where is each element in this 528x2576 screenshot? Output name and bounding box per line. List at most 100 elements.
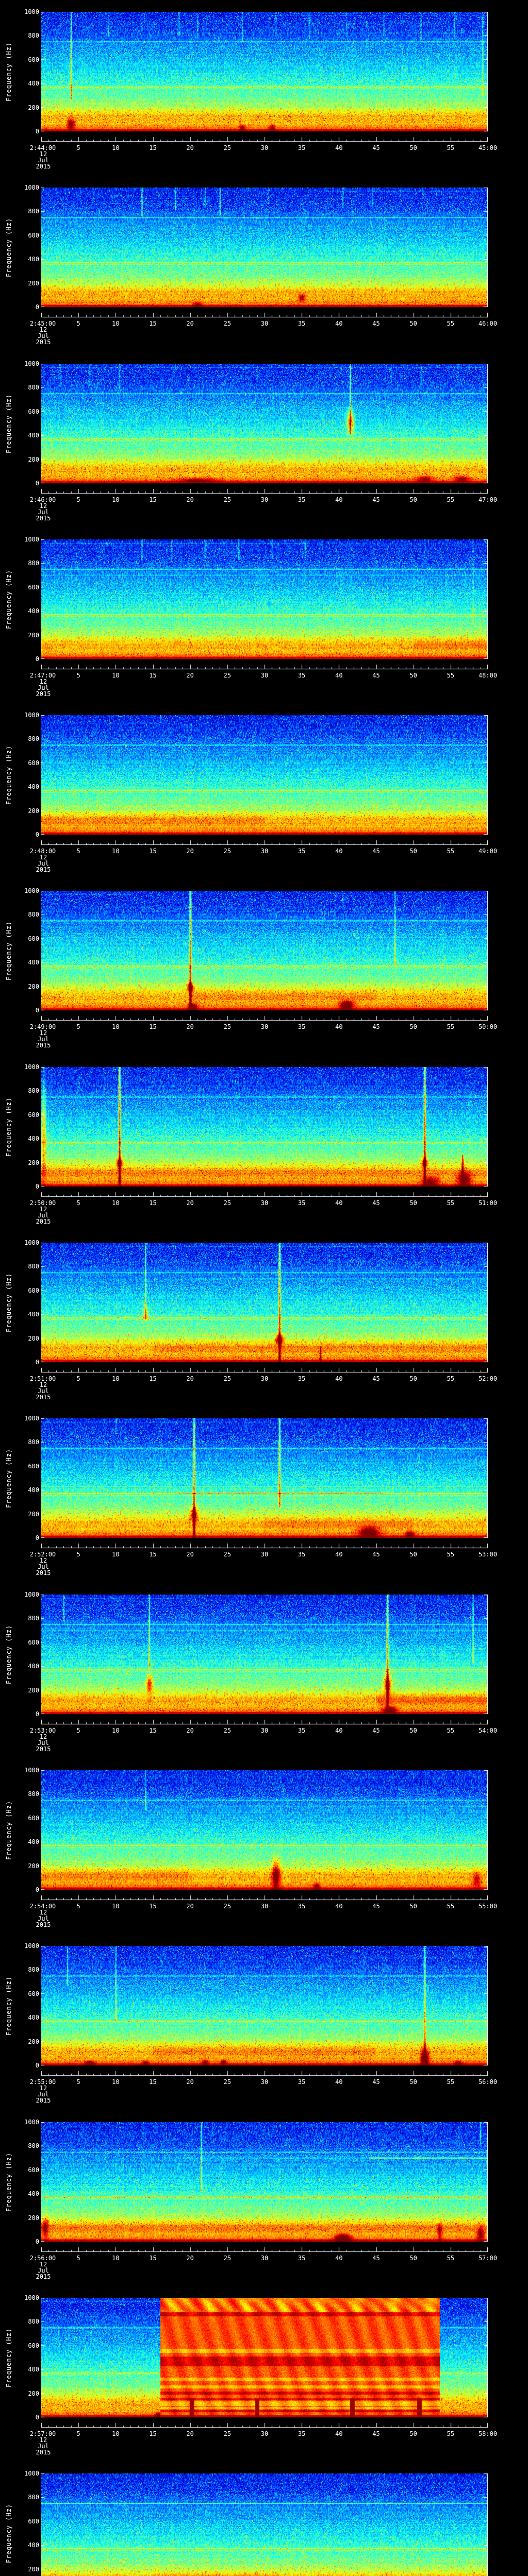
time-tick-label: 45 — [372, 848, 380, 855]
frequency-axis-label: Frequency (Hz) — [5, 1097, 12, 1157]
end-time-label: 45:00 — [478, 144, 498, 151]
time-tick-label: 25 — [223, 848, 232, 855]
time-tick-label: 20 — [186, 496, 194, 503]
time-tick-label: 30 — [260, 1551, 269, 1558]
freq-tick-label: 400 — [28, 783, 39, 791]
time-tick-label: 20 — [186, 144, 194, 151]
time-tick-label: 10 — [112, 1023, 120, 1031]
freq-tick-label: 600 — [28, 1638, 39, 1646]
time-tick-label: 20 — [186, 1726, 194, 1734]
time-tick-label: 55 — [447, 320, 455, 328]
date-label: 2015 — [36, 1745, 51, 1753]
freq-tick-label: 1000 — [24, 2294, 39, 2301]
freq-tick-label: 400 — [28, 2541, 39, 2549]
end-time-label: 47:00 — [478, 496, 498, 503]
freq-tick-label: 800 — [28, 1790, 39, 1798]
time-tick-label: 25 — [223, 1551, 232, 1558]
time-tick-label: 35 — [298, 671, 306, 679]
time-tick-label: 10 — [112, 2430, 120, 2437]
time-tick-label: 15 — [149, 1726, 157, 1734]
frequency-axis-label: Frequency (Hz) — [5, 1624, 12, 1684]
spectrogram-panel: Frequency (Hz) 1000 800 600 400 200 0 2:45:00 5… — [0, 176, 528, 351]
time-tick-label: 5 — [76, 320, 80, 328]
time-tick-label: 25 — [223, 1199, 232, 1207]
time-tick-label: 50 — [409, 1902, 417, 1910]
time-tick-label: 10 — [112, 496, 120, 503]
end-time-label: 54:00 — [478, 1726, 498, 1734]
freq-tick-label: 0 — [35, 1182, 39, 1190]
freq-tick-label: 400 — [28, 431, 39, 439]
time-tick-label: 25 — [223, 144, 232, 151]
freq-tick-label: 200 — [28, 807, 39, 815]
time-tick-label: 40 — [335, 2430, 343, 2437]
freq-tick-label: 1000 — [24, 1590, 39, 1598]
spectrogram-canvas — [41, 1243, 488, 1374]
freq-tick-label: 400 — [28, 1838, 39, 1845]
spectrogram-panel: Frequency (Hz) 1000 800 600 400 200 0 2:48:00 5… — [0, 703, 528, 879]
time-tick-label: 5 — [76, 1551, 80, 1558]
spectrogram-canvas — [41, 891, 488, 1022]
end-time-label: 50:00 — [478, 1023, 498, 1031]
time-tick-label: 30 — [260, 496, 269, 503]
time-tick-label: 55 — [447, 144, 455, 151]
freq-tick-label: 0 — [35, 655, 39, 663]
time-tick-label: 25 — [223, 2430, 232, 2437]
spectrogram-stack: Frequency (Hz) 1000 800 600 400 200 0 2:44:00 5… — [0, 0, 528, 2576]
time-tick-label: 50 — [409, 1726, 417, 1734]
freq-tick-label: 0 — [35, 2413, 39, 2421]
freq-tick-label: 0 — [35, 303, 39, 311]
time-tick-label: 30 — [260, 671, 269, 679]
frequency-axis-label: Frequency (Hz) — [5, 569, 12, 629]
freq-tick-label: 1000 — [24, 2118, 39, 2126]
freq-tick-label: 800 — [28, 2317, 39, 2325]
time-tick-label: 35 — [298, 1375, 306, 1383]
time-tick-label: 30 — [260, 320, 269, 328]
time-tick-label: 40 — [335, 2078, 343, 2086]
freq-tick-label: 200 — [28, 280, 39, 287]
time-tick-label: 55 — [447, 1375, 455, 1383]
spectrogram-panel: Frequency (Hz) 1000 800 600 400 200 0 2:46:00 5… — [0, 352, 528, 528]
spectrogram-canvas — [41, 363, 488, 494]
time-tick-label: 15 — [149, 2078, 157, 2086]
time-tick-label: 50 — [409, 1375, 417, 1383]
spectrogram-panel: Frequency (Hz) 1000 800 600 400 200 0 2:57:00 5… — [0, 2286, 528, 2462]
freq-tick-label: 600 — [28, 583, 39, 591]
time-tick-label: 20 — [186, 2078, 194, 2086]
freq-tick-label: 200 — [28, 1686, 39, 1694]
time-tick-label: 25 — [223, 1375, 232, 1383]
spectrogram-canvas — [41, 1066, 488, 1197]
freq-tick-label: 0 — [35, 1886, 39, 1893]
time-tick-label: 10 — [112, 1199, 120, 1207]
freq-tick-label: 200 — [28, 2389, 39, 2397]
time-tick-label: 20 — [186, 1902, 194, 1910]
freq-tick-label: 800 — [28, 208, 39, 215]
time-tick-label: 15 — [149, 2254, 157, 2262]
time-tick-label: 25 — [223, 1902, 232, 1910]
time-tick-label: 20 — [186, 1375, 194, 1383]
time-tick-label: 55 — [447, 2254, 455, 2262]
time-tick-label: 15 — [149, 2430, 157, 2437]
frequency-axis-label: Frequency (Hz) — [5, 1273, 12, 1332]
time-tick-label: 55 — [447, 496, 455, 503]
time-tick-label: 40 — [335, 144, 343, 151]
time-tick-label: 35 — [298, 1199, 306, 1207]
time-tick-label: 5 — [76, 671, 80, 679]
freq-tick-label: 600 — [28, 232, 39, 240]
date-label: 2015 — [36, 1042, 51, 1049]
end-time-label: 46:00 — [478, 320, 498, 328]
time-tick-label: 20 — [186, 671, 194, 679]
spectrogram-canvas — [41, 1418, 488, 1549]
freq-tick-label: 200 — [28, 2214, 39, 2222]
time-tick-label: 10 — [112, 320, 120, 328]
time-tick-label: 5 — [76, 1902, 80, 1910]
time-tick-label: 35 — [298, 1023, 306, 1031]
freq-tick-label: 800 — [28, 2142, 39, 2149]
date-label: 2015 — [36, 1921, 51, 1928]
date-label: 2015 — [36, 338, 51, 346]
freq-tick-label: 800 — [28, 1438, 39, 1446]
time-tick-label: 15 — [149, 1199, 157, 1207]
freq-tick-label: 800 — [28, 911, 39, 919]
end-time-label: 51:00 — [478, 1199, 498, 1207]
spectrogram-panel: Frequency (Hz) 1000 800 600 400 200 0 2:52:00 5… — [0, 1406, 528, 1582]
end-time-label: 48:00 — [478, 671, 498, 679]
